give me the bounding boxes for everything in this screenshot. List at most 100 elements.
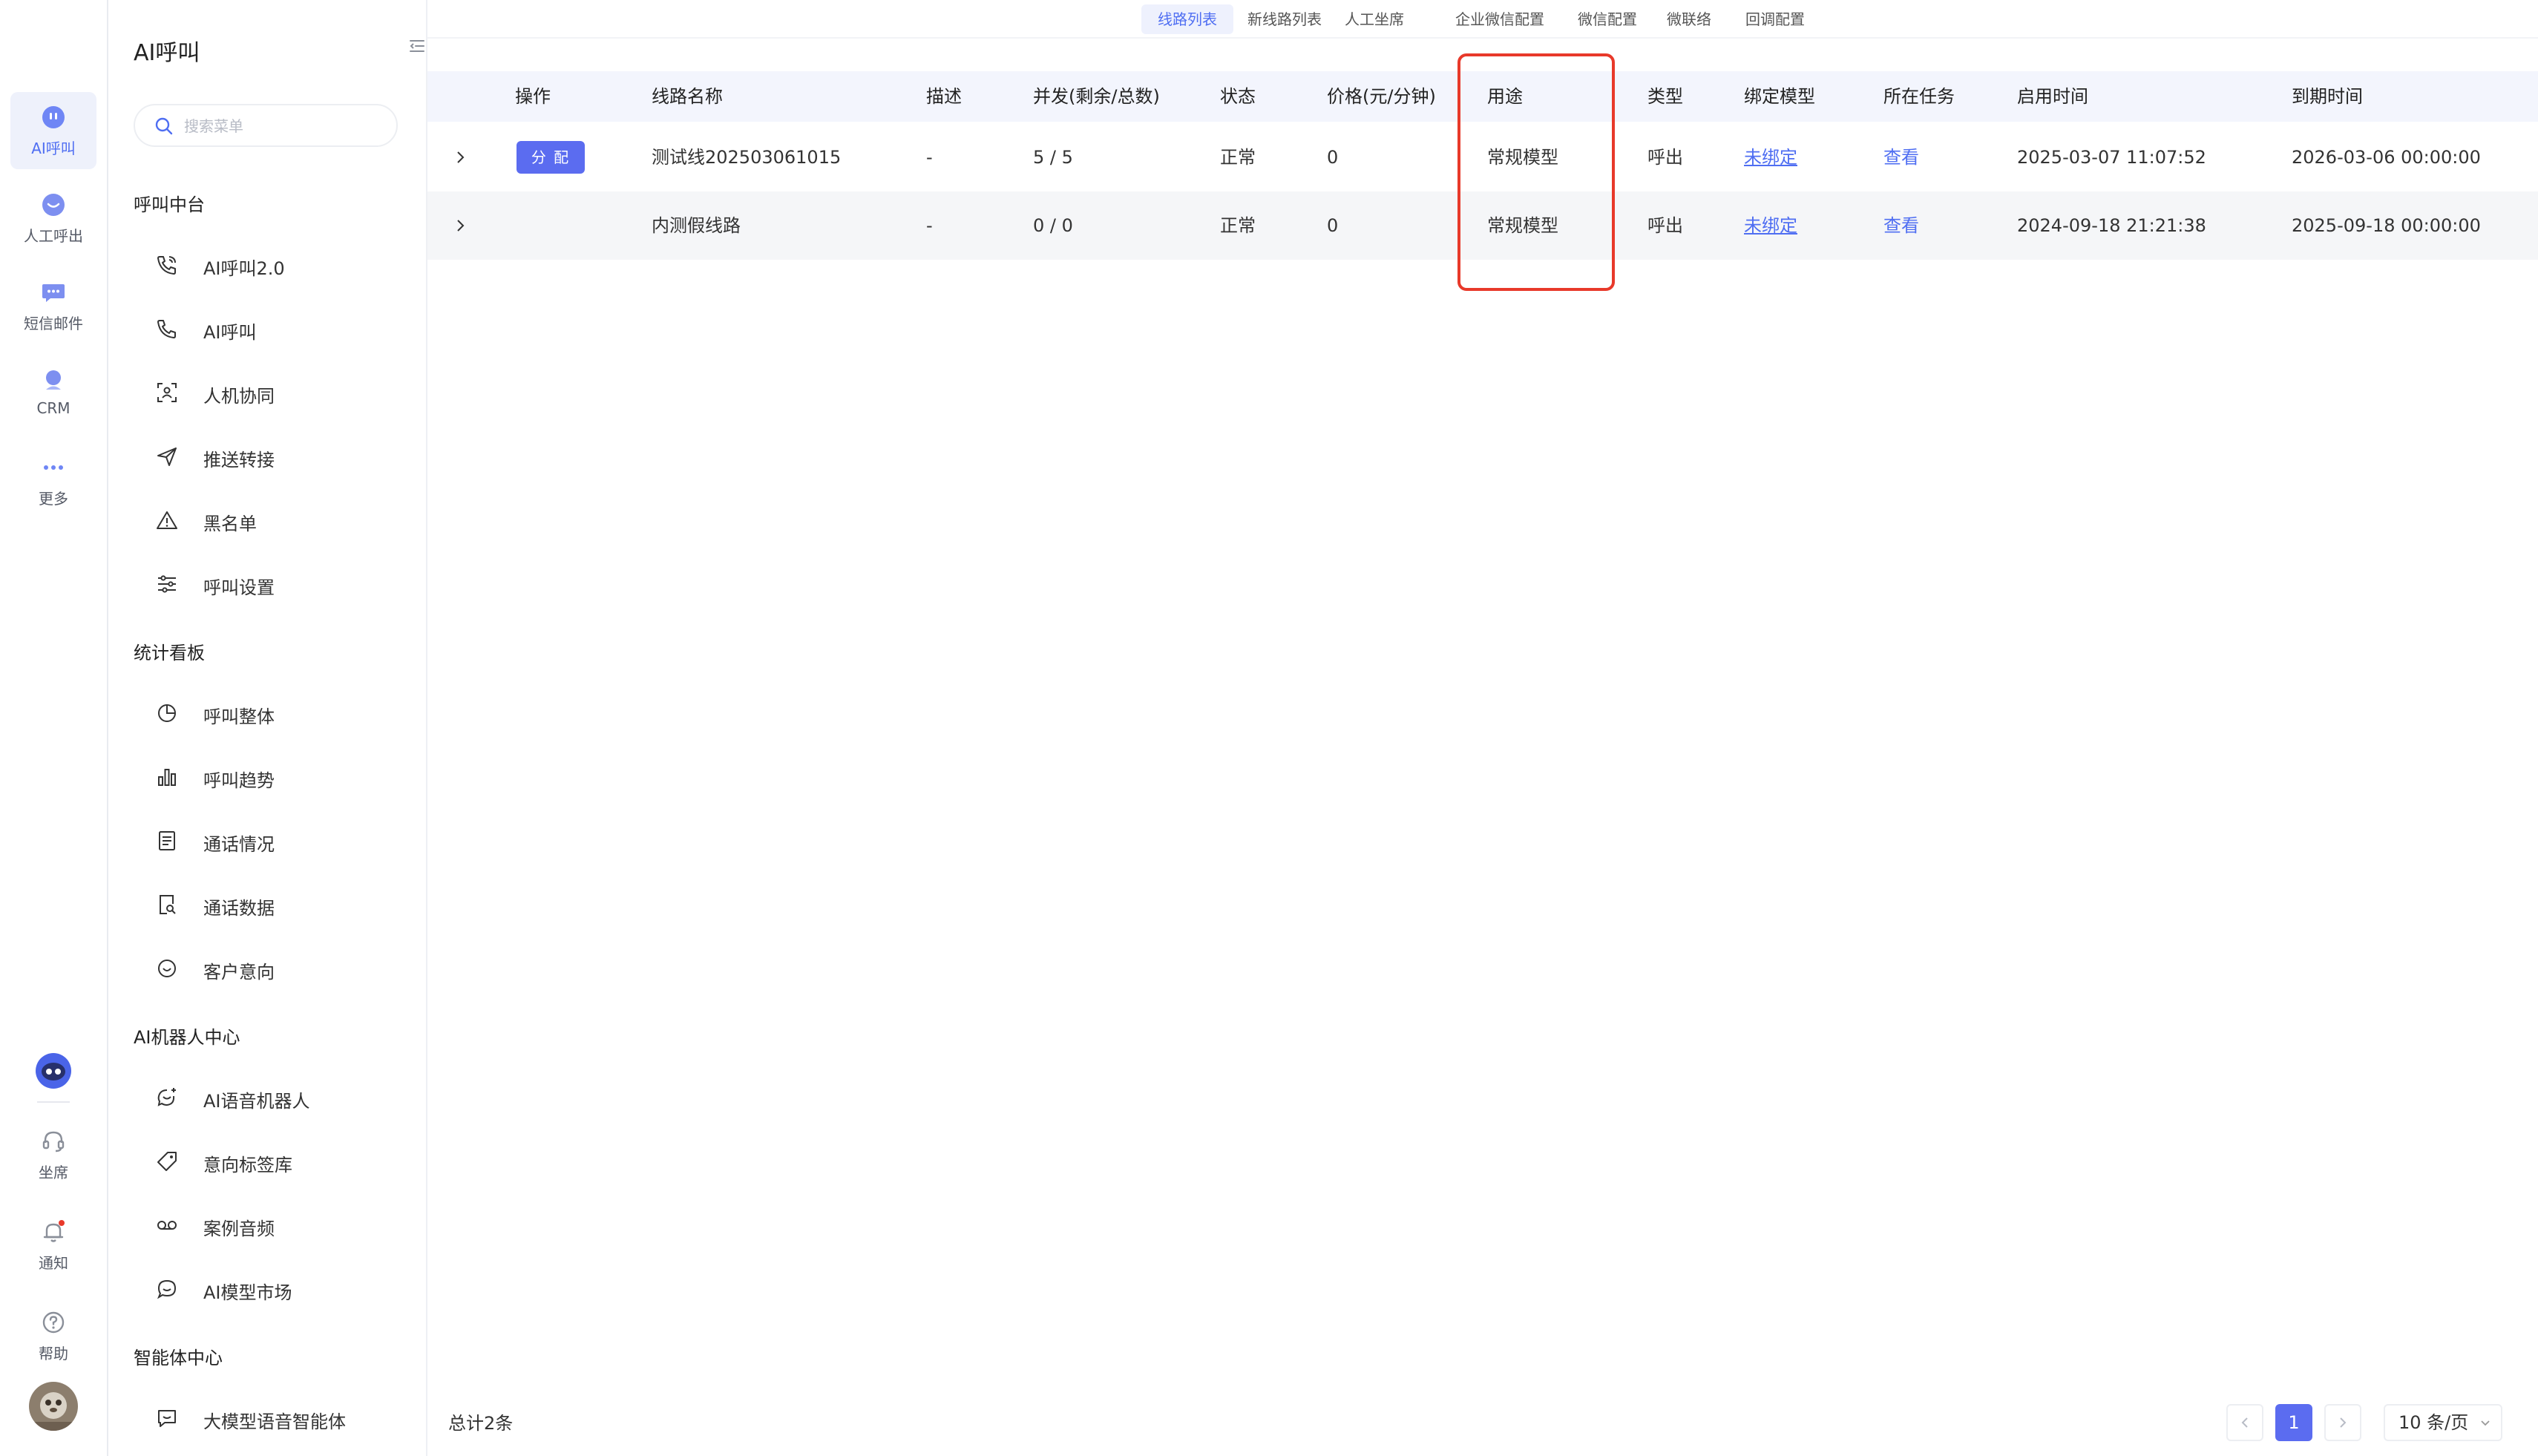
menu-item-call-settings[interactable]: 呼叫设置	[153, 561, 405, 606]
rail-item-crm[interactable]: CRM	[10, 355, 96, 432]
page-number-button[interactable]: 1	[2275, 1404, 2312, 1441]
search-input[interactable]	[183, 113, 386, 140]
user-avatar[interactable]	[29, 1382, 78, 1431]
bell-icon	[40, 1219, 67, 1245]
line-desc: -	[926, 147, 933, 168]
bind-model-link[interactable]: 未绑定	[1744, 191, 1797, 260]
ai-call-icon	[40, 104, 67, 131]
usage-column-highlight	[1457, 53, 1615, 291]
robot-assistant-icon[interactable]	[35, 1052, 72, 1089]
line-price: 0	[1327, 147, 1339, 168]
menu-item-label: AI呼叫	[203, 322, 257, 343]
line-end-time: 2025-09-18 00:00:00	[2292, 215, 2481, 236]
pie-chart-icon	[156, 702, 178, 724]
menu-item-intent-tags[interactable]: 意向标签库	[153, 1138, 405, 1183]
tab-manual-seat[interactable]: 人工坐席	[1336, 4, 1413, 34]
column-header: 所在任务	[1883, 86, 1955, 107]
prev-page-button[interactable]	[2226, 1404, 2263, 1441]
menu-item-model-market[interactable]: AI模型市场	[153, 1266, 405, 1311]
bind-model-link[interactable]: 未绑定	[1744, 123, 1797, 191]
chat-spark-icon	[156, 1086, 178, 1109]
tab-weilianluo[interactable]: 微联络	[1659, 4, 1719, 34]
rail-item-label: 帮助	[39, 1345, 68, 1362]
column-header: 描述	[926, 86, 962, 107]
menu-item-push-transfer[interactable]: 推送转接	[153, 433, 405, 478]
menu-item-label: 呼叫整体	[203, 706, 275, 727]
chevron-right-icon[interactable]	[451, 217, 469, 235]
sms-mail-icon	[40, 279, 67, 306]
column-header: 操作	[515, 86, 551, 107]
menu-item-llm-voice-agent[interactable]: 大模型语音智能体	[153, 1395, 405, 1440]
column-header: 类型	[1647, 86, 1683, 107]
column-header: 状态	[1220, 86, 1256, 107]
tab-wechat-config[interactable]: 微信配置	[1570, 4, 1645, 34]
rail-item-label: AI呼叫	[31, 140, 76, 157]
tab-wecom-config[interactable]: 企业微信配置	[1447, 4, 1552, 34]
help-icon	[40, 1309, 67, 1336]
view-task-link[interactable]: 查看	[1883, 123, 1919, 191]
menu-item-customer-intent[interactable]: 客户意向	[153, 945, 405, 990]
assign-button[interactable]: 分 配	[517, 141, 585, 174]
chevron-right-icon[interactable]	[451, 148, 469, 166]
rail-item-manual-call[interactable]: 人工呼出	[10, 180, 96, 257]
line-concurrency: 0 / 0	[1033, 215, 1073, 236]
menu-search[interactable]	[134, 104, 398, 147]
menu-item-label: AI呼叫2.0	[203, 258, 285, 279]
column-header: 到期时间	[2292, 86, 2363, 107]
tab-callback-config[interactable]: 回调配置	[1735, 4, 1815, 34]
menu-item-call-data[interactable]: 通话数据	[153, 882, 405, 926]
rail-item-sms-mail[interactable]: 短信邮件	[10, 267, 96, 344]
menu-item-label: 通话情况	[203, 834, 275, 855]
line-type: 呼出	[1647, 215, 1683, 236]
rail-item-label: 坐席	[39, 1164, 68, 1181]
menu-item-case-audio[interactable]: 案例音频	[153, 1202, 405, 1247]
line-start-time: 2024-09-18 21:21:38	[2017, 215, 2206, 236]
menu-item-voice-robot[interactable]: AI语音机器人	[153, 1075, 405, 1119]
menu-item-human-machine[interactable]: 人机协同	[153, 370, 405, 414]
chevron-down-icon	[2479, 1416, 2492, 1429]
line-type: 呼出	[1647, 147, 1683, 168]
next-page-button[interactable]	[2324, 1404, 2361, 1441]
search-icon	[154, 117, 174, 136]
menu-item-call-overall[interactable]: 呼叫整体	[153, 690, 405, 735]
menu-item-label: 通话数据	[203, 898, 275, 919]
menu-item-ai-call[interactable]: AI呼叫	[153, 306, 405, 350]
rail-item-label: 短信邮件	[24, 315, 83, 332]
menu-item-ai-call-2[interactable]: AI呼叫2.0	[153, 242, 405, 286]
rail-item-label: 人工呼出	[24, 227, 83, 245]
menu-item-label: 推送转接	[203, 450, 275, 470]
send-icon	[156, 445, 178, 468]
rail-item-more[interactable]: 更多	[10, 442, 96, 519]
line-desc: -	[926, 215, 933, 236]
menu-item-label: 案例音频	[203, 1219, 275, 1239]
collapse-menu-icon[interactable]	[408, 37, 426, 55]
rail-item-help[interactable]: 帮助	[10, 1297, 96, 1374]
rail-divider	[37, 1101, 70, 1103]
crm-icon	[40, 367, 67, 393]
tab-line-list[interactable]: 线路列表	[1141, 4, 1233, 34]
view-task-link[interactable]: 查看	[1883, 191, 1919, 260]
menu-item-label: AI语音机器人	[203, 1091, 310, 1112]
rail-item-ai-call[interactable]: AI呼叫	[10, 92, 96, 169]
menu-group-stats: 统计看板	[134, 643, 205, 663]
tab-new-line-list[interactable]: 新线路列表	[1238, 4, 1331, 34]
rail-item-seat[interactable]: 坐席	[10, 1116, 96, 1193]
menu-item-call-trend[interactable]: 呼叫趋势	[153, 754, 405, 798]
line-end-time: 2026-03-06 00:00:00	[2292, 147, 2481, 168]
column-header: 启用时间	[2017, 86, 2088, 107]
icon-rail: AI呼叫 人工呼出 短信邮件 CRM 更多 坐席 通知 帮助	[0, 0, 108, 1456]
line-start-time: 2025-03-07 11:07:52	[2017, 147, 2206, 168]
bar-chart-icon	[156, 766, 178, 788]
rail-item-notify[interactable]: 通知	[10, 1207, 96, 1284]
line-name: 内测假线路	[652, 215, 741, 236]
menu-item-call-situation[interactable]: 通话情况	[153, 818, 405, 862]
page-size-select[interactable]: 10 条/页	[2384, 1404, 2502, 1441]
menu-item-blacklist[interactable]: 黑名单	[153, 497, 405, 542]
voicemail-icon	[156, 1214, 178, 1236]
rail-item-label: CRM	[36, 399, 70, 417]
scan-person-icon	[156, 381, 178, 404]
menu-item-label: 黑名单	[203, 514, 257, 534]
line-name: 测试线202503061015	[652, 147, 842, 168]
tag-icon	[156, 1150, 178, 1173]
column-header: 线路名称	[652, 86, 723, 107]
